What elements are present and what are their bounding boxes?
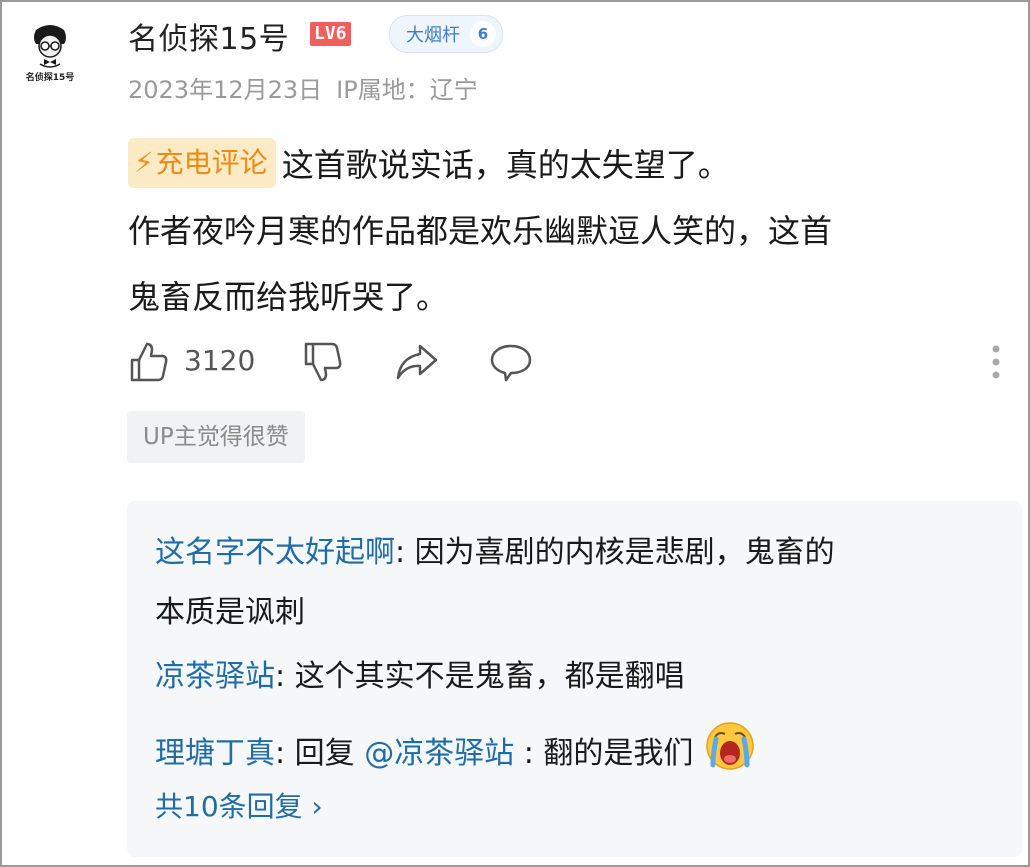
reply-text: : 回复 — [275, 736, 365, 771]
comment-line-1: 这首歌说实话，真的太失望了。 — [281, 146, 730, 184]
view-more-replies-link[interactable]: 共10条回复 › — [155, 785, 323, 825]
reply-item[interactable]: 理塘丁真: 回复 @凉茶驿站 : 翻的是我们 — [155, 719, 995, 784]
up-liked-tag: UP主觉得很赞 — [127, 411, 305, 463]
reply-username[interactable]: 理塘丁真 — [155, 736, 275, 771]
reply-preview-box[interactable]: 这名字不太好起啊: 因为喜剧的内核是悲剧，鬼畜的 本质是讽刺 凉茶驿站: 这个其… — [127, 501, 1022, 857]
lightning-icon: ⚡ — [134, 146, 154, 179]
action-bar: 3120 — [128, 340, 1008, 386]
reply-item[interactable]: 凉茶驿站: 这个其实不是鬼畜，都是翻唱 — [155, 647, 995, 707]
crying-face-icon — [706, 722, 754, 770]
comment-text: ⚡充电评论 这首歌说实话，真的太失望了。 作者夜吟月寒的作品都是欢乐幽默逗人笑的… — [128, 132, 998, 330]
more-vertical-icon[interactable] — [990, 344, 1002, 380]
reply-mention[interactable]: @凉茶驿站 — [364, 736, 514, 771]
reply-text: : 这个其实不是鬼畜，都是翻唱 — [275, 659, 685, 694]
comment-line-3: 鬼畜反而给我听哭了。 — [128, 278, 449, 316]
thumbs-up-icon[interactable] — [128, 340, 170, 384]
level-badge: LV6 — [310, 22, 351, 46]
comment-meta: 2023年12月23日 IP属地：辽宁 — [128, 70, 478, 105]
reply-username[interactable]: 凉茶驿站 — [155, 659, 275, 694]
comment-date: 2023年12月23日 — [128, 76, 323, 104]
reply-icon[interactable] — [488, 340, 534, 384]
comment-line-2: 作者夜吟月寒的作品都是欢乐幽默逗人笑的，这首 — [128, 212, 833, 250]
reply-text-end: : 翻的是我们 — [514, 736, 694, 771]
comment-card: 名侦探15号 名侦探15号 LV6 大烟杆 6 2023年12月23日 IP属地：… — [0, 0, 1030, 867]
charge-comment-badge[interactable]: ⚡充电评论 — [128, 138, 276, 188]
username[interactable]: 名侦探15号 — [128, 14, 289, 58]
fan-medal[interactable]: 大烟杆 6 — [389, 15, 503, 53]
charge-comment-label: 充电评论 — [155, 146, 268, 179]
thumbs-down-icon[interactable] — [302, 340, 344, 384]
reply-username[interactable]: 这名字不太好起啊 — [155, 535, 395, 570]
ip-location: IP属地：辽宁 — [336, 76, 478, 104]
reply-item[interactable]: 这名字不太好起啊: 因为喜剧的内核是悲剧，鬼畜的 本质是讽刺 — [155, 523, 995, 643]
like-count: 3120 — [184, 344, 256, 377]
medal-name: 大烟杆 — [406, 25, 460, 46]
reply-text-cont: 本质是讽刺 — [155, 595, 305, 630]
medal-level: 6 — [470, 21, 496, 47]
avatar[interactable]: 名侦探15号 — [22, 22, 78, 86]
share-icon[interactable] — [394, 340, 440, 384]
avatar-caption: 名侦探15号 — [25, 73, 75, 83]
reply-text: : 因为喜剧的内核是悲剧，鬼畜的 — [395, 535, 835, 570]
